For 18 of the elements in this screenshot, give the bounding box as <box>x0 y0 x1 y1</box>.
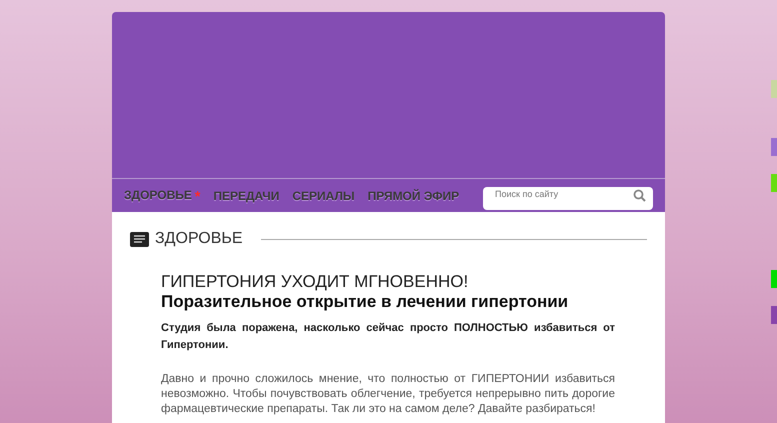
nav-link[interactable]: СЕРИАЛЫ <box>292 188 355 202</box>
nav-link[interactable]: ЗДОРОВЬЕ * <box>124 188 200 204</box>
nav-link[interactable]: ПЕРЕДАЧИ <box>213 188 280 202</box>
side-tab[interactable] <box>771 306 777 324</box>
article-body: Давно и прочно сложилось мнение, что полностью от ГИПЕРТОНИИ избавиться невозможно. Чтобы почувствовать облегчение, требуется непрерывно пить дорогие фармацевтические препараты. Так ли это на самом деле? Давайте разбираться! <box>161 372 615 417</box>
article-lede: Студия была поражена, насколько сейчас просто ПОЛНОСТЬЮ избавиться от Гипертонии. <box>161 321 615 353</box>
side-tab[interactable] <box>771 174 777 192</box>
list-icon <box>130 232 149 246</box>
search-icon[interactable] <box>633 189 646 202</box>
article-headline: ГИПЕРТОНИЯ УХОДИТ МГНОВЕННО! <box>161 272 470 292</box>
side-tab[interactable] <box>771 80 777 98</box>
side-tab[interactable] <box>771 270 777 288</box>
nav-star-label: * <box>194 188 200 204</box>
article-subheadline: Поразительное открытие в лечении гипертонии <box>161 292 570 312</box>
section-title: ЗДОРОВЬЕ <box>155 230 243 248</box>
side-tab[interactable] <box>771 138 777 156</box>
nav-link[interactable]: ПРЯМОЙ ЭФИР <box>368 188 460 202</box>
search-field[interactable]: Поиск по сайту <box>483 186 653 210</box>
